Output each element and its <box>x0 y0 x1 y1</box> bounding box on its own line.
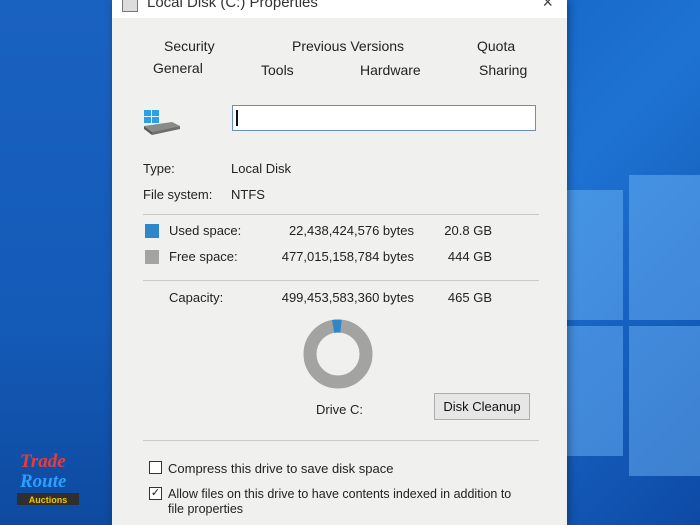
separator <box>143 440 539 441</box>
index-label-line2: file properties <box>168 502 244 516</box>
disk-usage-donut <box>303 319 373 389</box>
capacity-size: 465 GB <box>447 290 492 305</box>
text-caret <box>236 110 238 126</box>
type-value: Local Disk <box>231 161 291 176</box>
drive-name-input[interactable] <box>232 105 536 131</box>
svg-text:Trade: Trade <box>20 451 66 472</box>
svg-text:Route: Route <box>19 471 67 492</box>
compress-label: Compress this drive to save disk space <box>168 461 394 476</box>
free-space-label: Free space: <box>169 249 238 264</box>
close-button[interactable]: × <box>542 0 553 13</box>
free-space-swatch <box>145 250 159 264</box>
tab-general[interactable]: General <box>153 60 203 76</box>
compress-checkbox[interactable] <box>149 461 162 474</box>
capacity-label: Capacity: <box>169 290 224 305</box>
drive-icon <box>144 110 180 135</box>
file-system-label: File system: <box>143 187 213 202</box>
tab-quota[interactable]: Quota <box>477 38 515 54</box>
svg-text:Auctions: Auctions <box>29 495 68 505</box>
used-space-size: 20.8 GB <box>444 223 492 238</box>
window-title: Local Disk (C:) Properties <box>147 0 318 11</box>
tab-tools[interactable]: Tools <box>261 62 294 78</box>
used-space-swatch <box>145 224 159 238</box>
windows-logo-background <box>555 150 700 480</box>
capacity-bytes: 499,453,583,360 bytes <box>281 290 414 305</box>
tab-previous-versions[interactable]: Previous Versions <box>292 38 404 54</box>
tab-sharing[interactable]: Sharing <box>479 62 527 78</box>
title-bar: Local Disk (C:) Properties × <box>112 0 567 18</box>
disk-cleanup-button[interactable]: Disk Cleanup <box>434 393 530 420</box>
used-space-label: Used space: <box>169 223 242 238</box>
index-label-line1: Allow files on this drive to have conten… <box>168 487 512 501</box>
free-space-size: 444 GB <box>447 249 492 264</box>
free-space-ring <box>303 319 373 389</box>
separator <box>143 214 539 215</box>
tab-security[interactable]: Security <box>164 38 215 54</box>
tab-hardware[interactable]: Hardware <box>360 62 421 78</box>
type-label: Type: <box>143 161 175 176</box>
trade-route-auctions-watermark: Trade Route Auctions <box>17 451 79 505</box>
drive-label: Drive C: <box>316 402 363 417</box>
file-system-value: NTFS <box>231 187 265 202</box>
free-space-bytes: 477,015,158,784 bytes <box>281 249 414 264</box>
index-checkbox[interactable]: ✓ <box>149 487 162 500</box>
drive-title-icon <box>122 0 138 12</box>
separator <box>143 280 539 281</box>
used-space-bytes: 22,438,424,576 bytes <box>288 223 414 238</box>
